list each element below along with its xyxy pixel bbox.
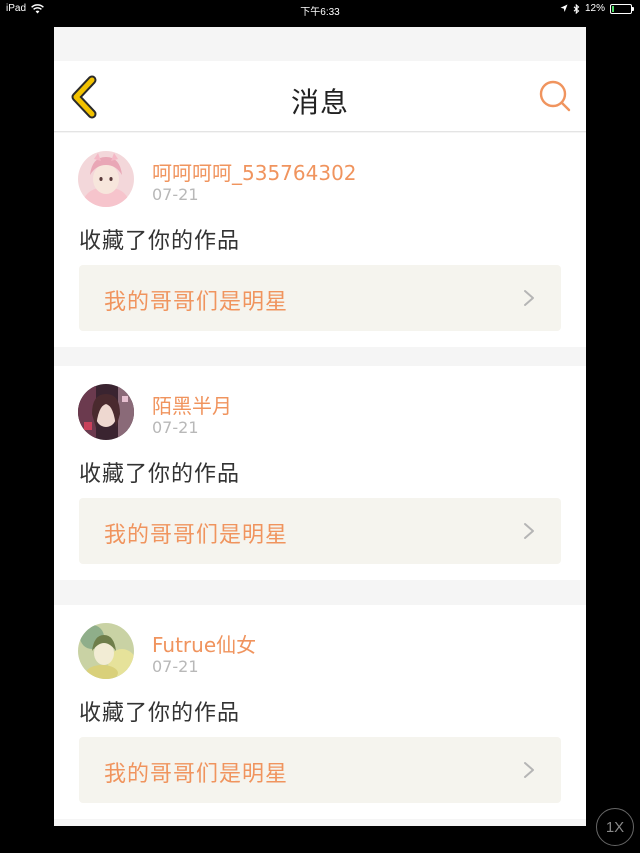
work-link[interactable]: 我的哥哥们是明星 — [79, 737, 561, 803]
chevron-right-icon — [524, 523, 534, 539]
work-title: 我的哥哥们是明星 — [104, 290, 289, 315]
chevron-right-icon — [524, 290, 534, 306]
message-date: 07-21 — [152, 185, 199, 204]
chevron-right-icon — [524, 762, 534, 778]
work-link[interactable]: 我的哥哥们是明星 — [79, 498, 561, 564]
avatar[interactable] — [78, 151, 134, 207]
username[interactable]: 呵呵呵呵_535764302 — [152, 157, 357, 186]
message-item: 呵呵呵呵_535764302 07-21 收藏了你的作品 我的哥哥们是明星 — [54, 133, 586, 347]
message-date: 07-21 — [152, 418, 199, 437]
nav-header: 消息 — [54, 61, 586, 132]
username[interactable]: Futrue仙女 — [152, 629, 256, 658]
username[interactable]: 陌黑半月 — [152, 390, 232, 419]
message-item: Futrue仙女 07-21 收藏了你的作品 我的哥哥们是明星 — [54, 605, 586, 819]
battery-icon — [610, 3, 634, 14]
search-icon — [539, 80, 571, 112]
avatar[interactable] — [78, 384, 134, 440]
work-title: 我的哥哥们是明星 — [104, 523, 289, 548]
bluetooth-icon — [573, 3, 580, 14]
status-bar: iPad 下午6:33 12% — [0, 0, 640, 20]
page-title: 消息 — [290, 86, 349, 119]
work-title: 我的哥哥们是明星 — [104, 762, 289, 787]
message-action: 收藏了你的作品 — [79, 701, 241, 726]
message-action: 收藏了你的作品 — [79, 229, 241, 254]
location-icon — [560, 4, 568, 12]
status-time: 下午6:33 — [300, 7, 340, 18]
message-item: 陌黑半月 07-21 收藏了你的作品 我的哥哥们是明星 — [54, 366, 586, 580]
work-link[interactable]: 我的哥哥们是明星 — [79, 265, 561, 331]
message-date: 07-21 — [152, 657, 199, 676]
battery-percent: 12% — [584, 3, 605, 14]
avatar[interactable] — [78, 623, 134, 679]
message-action: 收藏了你的作品 — [79, 462, 241, 487]
app-window: 消息 呵呵呵呵_535764302 07-21 收藏了你的作品 我的哥哥们是明星… — [54, 27, 586, 826]
zoom-button[interactable]: 1X — [596, 808, 634, 846]
search-button[interactable] — [538, 79, 572, 113]
